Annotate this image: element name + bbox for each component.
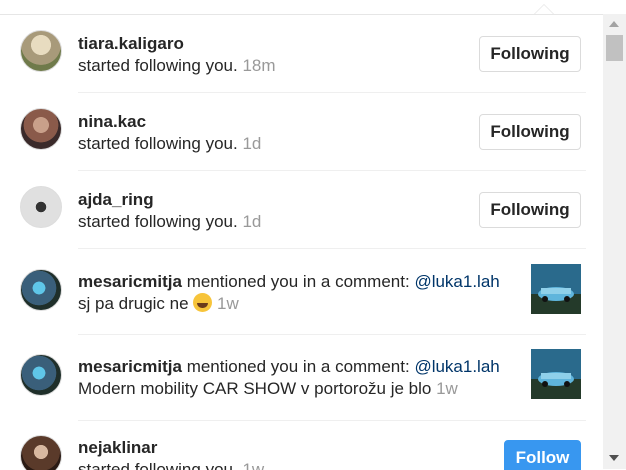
mention-link[interactable]: @luka1.lah [414,272,499,291]
grinning-sweat-emoji-icon [193,293,213,312]
action-text: mentioned you in a comment: [186,357,410,376]
notification-text: nejaklinar started following you. 1w [78,437,518,470]
following-button[interactable]: Following [479,192,581,228]
scrollbar[interactable] [603,14,626,469]
scroll-up-arrow-icon[interactable] [609,21,619,27]
notification-text: mesaricmitja mentioned you in a comment:… [78,356,523,400]
notification-text: ajda_ring started following you. 1d [78,189,518,233]
avatar[interactable] [20,30,62,72]
activity-feed-panel: tiara.kaligaro started following you. 18… [0,14,603,470]
divider [78,248,586,249]
comment-text: sj pa drugic ne [78,294,189,313]
username-link[interactable]: nejaklinar [78,438,157,457]
post-thumbnail[interactable] [531,349,581,399]
username-link[interactable]: ajda_ring [78,190,154,209]
timestamp: 1w [217,294,239,313]
avatar[interactable] [20,354,62,396]
mention-link[interactable]: @luka1.lah [414,357,499,376]
following-button[interactable]: Following [479,114,581,150]
timestamp: 18m [242,56,276,75]
car-image-icon [531,349,581,399]
username-link[interactable]: mesaricmitja [78,357,182,376]
action-text: started following you. [78,212,238,231]
action-text: started following you. [78,134,238,153]
username-link[interactable]: mesaricmitja [78,272,182,291]
comment-text: Modern mobility CAR SHOW v portorožu je … [78,379,432,398]
avatar[interactable] [20,269,62,311]
action-text: started following you. [78,56,238,75]
action-text: mentioned you in a comment: [186,272,410,291]
timestamp: 1d [242,212,262,231]
divider [78,420,586,421]
notification-text: tiara.kaligaro started following you. 18… [78,33,518,77]
scrollbar-thumb[interactable] [606,35,623,61]
divider [78,170,586,171]
username-link[interactable]: tiara.kaligaro [78,34,184,53]
timestamp: 1w [436,379,458,398]
avatar[interactable] [20,186,62,228]
notification-text: nina.kac started following you. 1d [78,111,518,155]
post-thumbnail[interactable] [531,264,581,314]
avatar[interactable] [20,108,62,150]
scroll-down-arrow-icon[interactable] [609,455,619,461]
following-button[interactable]: Following [479,36,581,72]
divider [78,334,586,335]
avatar[interactable] [20,435,62,470]
timestamp: 1d [242,134,262,153]
follow-button[interactable]: Follow [504,440,581,470]
notification-text: mesaricmitja mentioned you in a comment:… [78,271,523,315]
car-image-icon [531,264,581,314]
username-link[interactable]: nina.kac [78,112,146,131]
divider [78,92,586,93]
